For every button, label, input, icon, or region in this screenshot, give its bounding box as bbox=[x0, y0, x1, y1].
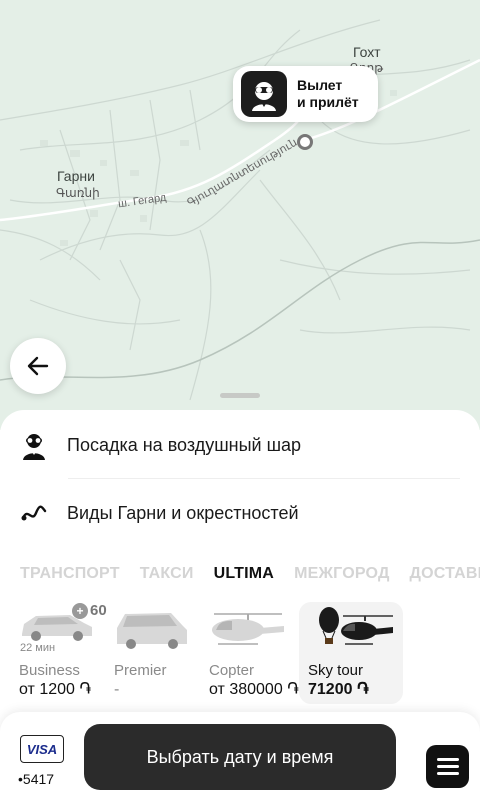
tariff-price: 71200 ֏ bbox=[308, 681, 369, 698]
tab-intercity[interactable]: МЕЖГОРОД bbox=[294, 565, 389, 587]
pin-label-line2: и прилёт bbox=[297, 94, 359, 110]
tariff-price: от 1200 ֏ bbox=[19, 681, 92, 698]
sheet-drag-handle[interactable] bbox=[220, 393, 260, 398]
back-button[interactable] bbox=[10, 338, 66, 394]
service-tabs: ТРАНСПОРТ ТАКСИ ULTIMA МЕЖГОРОД ДОСТАВКА bbox=[20, 565, 480, 587]
pickup-pin-label: Вылет и прилёт bbox=[297, 77, 359, 111]
tab-transport[interactable]: ТРАНСПОРТ bbox=[20, 565, 120, 587]
tab-ultima[interactable]: ULTIMA bbox=[214, 565, 274, 587]
map-label-gokht: Гохт bbox=[353, 44, 381, 60]
tariff-eta: 22 мин bbox=[20, 642, 56, 654]
pilot-avatar-icon bbox=[241, 71, 287, 117]
tariff-card-copter[interactable]: Copter от 380000 ֏ bbox=[200, 602, 299, 704]
map[interactable]: Гарни Գառնի Гохт Գողթ ш. Гегард Գյուղատն… bbox=[0, 0, 480, 430]
map-label-garni-armenian: Գառնի bbox=[56, 186, 100, 200]
pickup-pin-bubble[interactable]: Вылет и прилёт bbox=[233, 66, 378, 122]
cashback-badge: + 60 bbox=[72, 602, 107, 619]
tariff-cards: + 60 22 мин Business от 1200 ֏ Premier - bbox=[10, 602, 406, 704]
tariff-name: Premier bbox=[114, 662, 167, 679]
location-pin-dot bbox=[297, 134, 313, 150]
tariff-name: Business bbox=[19, 662, 80, 679]
tariff-card-sky-tour[interactable]: Sky tour 71200 ֏ bbox=[299, 602, 403, 704]
tariff-card-premier[interactable]: Premier - bbox=[105, 602, 197, 704]
tab-delivery[interactable]: ДОСТАВКА bbox=[410, 565, 480, 587]
tariff-name: Copter bbox=[209, 662, 255, 679]
choose-date-time-button[interactable]: Выбрать дату и время bbox=[84, 724, 396, 790]
tab-taxi[interactable]: ТАКСИ bbox=[140, 565, 194, 587]
menu-line-icon bbox=[436, 758, 459, 761]
payment-card-number: •5417 bbox=[18, 771, 55, 787]
destination-item-balloon[interactable]: Посадка на воздушный шар bbox=[0, 420, 480, 470]
helicopter-icon bbox=[208, 606, 284, 650]
destination-label: Виды Гарни и окрестностей bbox=[67, 502, 299, 523]
route-icon bbox=[16, 503, 52, 523]
tariff-price: - bbox=[114, 681, 120, 698]
menu-line-icon bbox=[436, 765, 459, 768]
map-roads bbox=[0, 19, 480, 401]
tariff-name: Sky tour bbox=[308, 662, 364, 679]
destination-label: Посадка на воздушный шар bbox=[67, 434, 302, 455]
destination-item-views[interactable]: Виды Гарни и окрестностей bbox=[0, 488, 480, 538]
arrow-left-icon bbox=[27, 356, 49, 376]
options-menu-button[interactable] bbox=[426, 745, 469, 788]
pilot-icon bbox=[16, 430, 52, 460]
pin-label-line1: Вылет bbox=[297, 77, 343, 93]
minivan-icon bbox=[113, 606, 189, 650]
tariff-price: от 380000 ֏ bbox=[209, 681, 299, 698]
app-screen: Гарни Գառնի Гохт Գողթ ш. Гегард Գյուղատն… bbox=[0, 0, 480, 800]
tariff-card-business[interactable]: + 60 22 мин Business от 1200 ֏ bbox=[10, 602, 107, 704]
divider bbox=[68, 478, 460, 479]
balloon-helicopter-icon bbox=[307, 606, 395, 650]
menu-line-icon bbox=[436, 772, 459, 775]
plus-icon: + bbox=[72, 602, 88, 619]
payment-method-visa[interactable]: VISA bbox=[20, 735, 64, 763]
map-label-garni: Гарни bbox=[57, 168, 95, 184]
